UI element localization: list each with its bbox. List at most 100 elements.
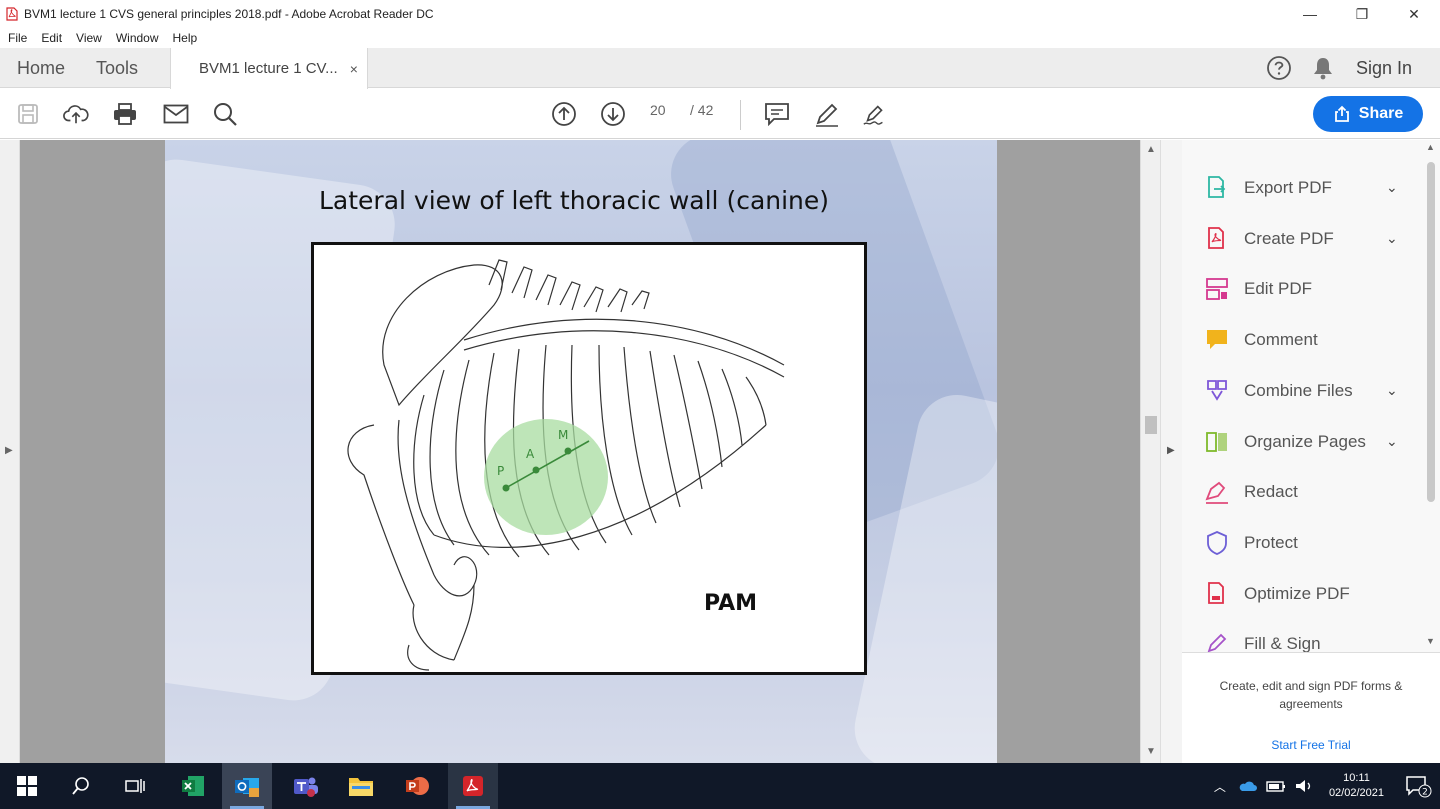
taskbar-file-explorer[interactable] xyxy=(336,763,386,809)
volume-icon[interactable] xyxy=(1293,775,1315,797)
pdf-page: Lateral view of left thoracic wall (cani… xyxy=(165,140,997,763)
menu-window[interactable]: Window xyxy=(116,31,159,45)
maximize-button[interactable]: ❐ xyxy=(1336,0,1388,28)
pam-label: PAM xyxy=(704,591,758,616)
chevron-down-icon[interactable]: ⌄ xyxy=(1386,230,1398,247)
tab-tools[interactable]: Tools xyxy=(96,48,138,88)
clock-time: 10:11 xyxy=(1343,772,1370,784)
taskbar-excel[interactable] xyxy=(168,763,218,809)
scroll-up-arrow-icon[interactable]: ▲ xyxy=(1146,144,1156,155)
save-icon[interactable] xyxy=(15,101,41,127)
minimize-button[interactable]: — xyxy=(1284,0,1336,28)
taskbar-search[interactable] xyxy=(56,763,106,809)
help-icon[interactable] xyxy=(1266,55,1292,81)
tools-scroll-down-icon[interactable]: ▼ xyxy=(1426,636,1435,646)
battery-icon[interactable] xyxy=(1265,775,1287,797)
search-icon[interactable] xyxy=(212,101,238,127)
task-view-button[interactable] xyxy=(110,763,160,809)
chevron-down-icon[interactable]: ⌄ xyxy=(1386,433,1398,450)
sign-tool-icon[interactable] xyxy=(862,101,888,127)
promo-text: Create, edit and sign PDF forms & agreem… xyxy=(1219,679,1403,711)
menu-help[interactable]: Help xyxy=(173,31,198,45)
tool-label: Organize Pages xyxy=(1244,431,1366,451)
tool-label: Protect xyxy=(1244,532,1298,552)
tool-export-pdf[interactable]: Export PDF ⌄ xyxy=(1204,171,1404,205)
close-window-button[interactable]: ✕ xyxy=(1388,0,1440,28)
protect-icon xyxy=(1204,530,1230,556)
comment-tool-icon[interactable] xyxy=(764,101,790,127)
tab-home[interactable]: Home xyxy=(17,48,65,88)
previous-page-icon[interactable] xyxy=(551,101,577,127)
menu-edit[interactable]: Edit xyxy=(41,31,62,45)
show-hidden-icons-chevron-icon[interactable]: ︿ xyxy=(1209,775,1231,797)
current-page-input[interactable]: 20 xyxy=(650,102,666,118)
tools-pane: Export PDF ⌄ Create PDF ⌄ Edit PDF Comment Com… xyxy=(1182,140,1440,763)
share-icon xyxy=(1334,105,1349,122)
tool-optimize-pdf[interactable]: Optimize PDF xyxy=(1204,577,1404,611)
chevron-down-icon[interactable]: ⌄ xyxy=(1386,179,1398,196)
taskbar-outlook[interactable] xyxy=(222,763,272,809)
tool-fill-sign[interactable]: Fill & Sign xyxy=(1204,627,1404,652)
anatomy-figure: P A M PAM xyxy=(311,242,867,675)
share-button[interactable]: Share xyxy=(1313,96,1423,132)
highlight-pen-icon[interactable] xyxy=(814,101,840,127)
taskbar-powerpoint[interactable] xyxy=(392,763,442,809)
tool-edit-pdf[interactable]: Edit PDF xyxy=(1204,272,1404,306)
document-scrollbar[interactable]: ▲ ▼ xyxy=(1140,140,1160,763)
edit-pdf-icon xyxy=(1204,276,1230,302)
next-page-icon[interactable] xyxy=(600,101,626,127)
slide-title: Lateral view of left thoracic wall (cani… xyxy=(319,186,830,215)
tools-scroll-up-icon[interactable]: ▲ xyxy=(1426,142,1435,152)
expand-left-panel-icon[interactable]: ▶ xyxy=(5,445,13,456)
menu-file[interactable]: File xyxy=(8,31,27,45)
marker-m: M xyxy=(558,428,568,442)
print-icon[interactable] xyxy=(112,101,138,127)
document-tab-label: BVM1 lecture 1 CV... xyxy=(199,60,338,77)
scapula-outline xyxy=(382,264,503,407)
acrobat-app-icon xyxy=(6,7,18,21)
collapse-right-panel-icon[interactable]: ▶ xyxy=(1167,445,1175,456)
cloud-upload-icon[interactable] xyxy=(63,101,89,127)
tool-protect[interactable]: Protect xyxy=(1204,526,1404,560)
tab-document[interactable]: BVM1 lecture 1 CV... × xyxy=(170,48,368,89)
tool-label: Fill & Sign xyxy=(1244,634,1321,652)
share-label: Share xyxy=(1358,105,1404,122)
close-tab-icon[interactable]: × xyxy=(350,61,358,77)
taskbar-clock[interactable]: 10:11 02/02/2021 xyxy=(1329,771,1384,801)
title-bar: BVM1 lecture 1 CVS general principles 20… xyxy=(0,0,1440,28)
organize-pages-icon xyxy=(1204,429,1230,455)
windows-taskbar: ︿ 10:11 02/02/2021 2 xyxy=(0,763,1440,809)
marker-a: A xyxy=(526,447,535,461)
chevron-down-icon[interactable]: ⌄ xyxy=(1386,382,1398,399)
tools-scroll-thumb[interactable] xyxy=(1427,162,1435,502)
tool-comment[interactable]: Comment xyxy=(1204,323,1404,357)
tool-create-pdf[interactable]: Create PDF ⌄ xyxy=(1204,222,1404,256)
tool-label: Redact xyxy=(1244,482,1298,502)
notifications-bell-icon[interactable] xyxy=(1312,56,1334,80)
right-panel-collapse[interactable]: ▶ xyxy=(1160,140,1182,763)
menu-view[interactable]: View xyxy=(76,31,102,45)
onedrive-cloud-icon[interactable] xyxy=(1237,775,1259,797)
document-scroll-thumb[interactable] xyxy=(1145,416,1157,434)
taskbar-teams[interactable] xyxy=(280,763,330,809)
window-title: BVM1 lecture 1 CVS general principles 20… xyxy=(24,7,434,21)
tool-label: Optimize PDF xyxy=(1244,583,1350,603)
windows-logo-icon xyxy=(17,776,37,796)
email-icon[interactable] xyxy=(163,101,189,127)
tool-organize-pages[interactable]: Organize Pages ⌄ xyxy=(1204,425,1404,459)
create-pdf-icon xyxy=(1204,226,1230,252)
tools-scrollbar[interactable]: ▲ ▼ xyxy=(1422,140,1440,652)
sign-in-button[interactable]: Sign In xyxy=(1356,58,1412,79)
pam-point-a xyxy=(532,466,540,474)
excel-icon xyxy=(182,776,204,796)
start-button[interactable] xyxy=(2,763,52,809)
tool-redact[interactable]: Redact xyxy=(1204,475,1404,509)
start-free-trial-link[interactable]: Start Free Trial xyxy=(1182,738,1440,752)
taskbar-search-icon xyxy=(72,777,89,795)
tool-combine-files[interactable]: Combine Files ⌄ xyxy=(1204,374,1404,408)
action-center-icon[interactable]: 2 xyxy=(1404,773,1432,799)
tool-label: Comment xyxy=(1244,330,1318,350)
scroll-down-arrow-icon[interactable]: ▼ xyxy=(1146,746,1156,757)
pam-point-m xyxy=(564,447,572,455)
taskbar-acrobat[interactable] xyxy=(448,763,498,809)
